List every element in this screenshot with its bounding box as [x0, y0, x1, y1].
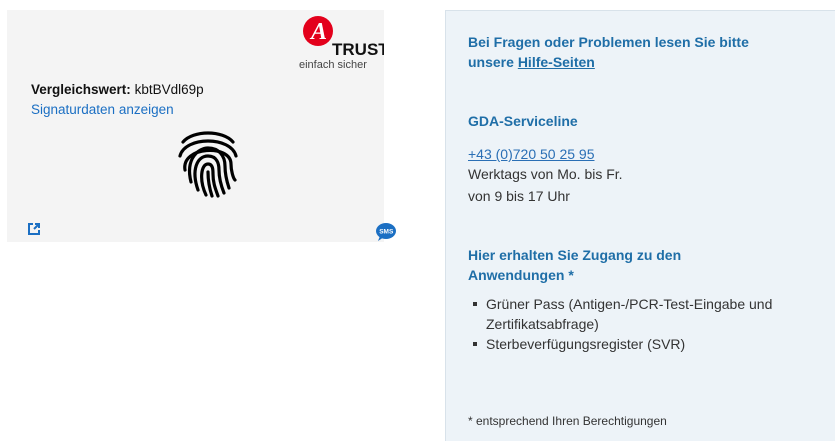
logo-word: TRUST	[332, 40, 384, 59]
compare-label: Vergleichswert:	[31, 82, 131, 97]
list-item: Grüner Pass (Antigen-/PCR-Test-Eingabe u…	[468, 294, 828, 334]
help-intro: Bei Fragen oder Problemen lesen Sie bitt…	[468, 32, 798, 72]
logo-letter: A	[309, 19, 327, 45]
show-signature-link[interactable]: Signaturdaten anzeigen	[31, 102, 174, 117]
external-link-icon[interactable]	[27, 222, 41, 241]
phone-link[interactable]: +43 (0)720 50 25 95	[468, 146, 595, 162]
logo-tagline: einfach sicher	[299, 59, 367, 71]
sms-icon[interactable]: SMS	[376, 223, 396, 246]
sms-label: SMS	[379, 229, 394, 236]
compare-value: kbtBVdl69p	[134, 82, 204, 97]
compare-value-row: Vergleichswert: kbtBVdl69p	[31, 82, 204, 97]
signature-card: A TRUST einfach sicher Vergleichswert: k…	[7, 10, 396, 242]
hours-days: Werktags von Mo. bis Fr.	[468, 166, 623, 182]
fingerprint-icon	[175, 126, 241, 203]
apps-list: Grüner Pass (Antigen-/PCR-Test-Eingabe u…	[468, 294, 828, 354]
help-intro-text: Bei Fragen oder Problemen lesen Sie bitt…	[468, 34, 749, 70]
help-panel: Bei Fragen oder Problemen lesen Sie bitt…	[445, 10, 835, 441]
list-item: Sterbeverfügungsregister (SVR)	[468, 334, 828, 354]
serviceline-title: GDA-Serviceline	[468, 113, 578, 129]
help-pages-link[interactable]: Hilfe-Seiten	[518, 54, 595, 70]
access-title: Hier erhalten Sie Zugang zu den Anwendun…	[468, 247, 682, 283]
footnote: * entsprechend Ihren Berechtigungen	[468, 414, 667, 428]
hours-time: von 9 bis 17 Uhr	[468, 188, 570, 204]
